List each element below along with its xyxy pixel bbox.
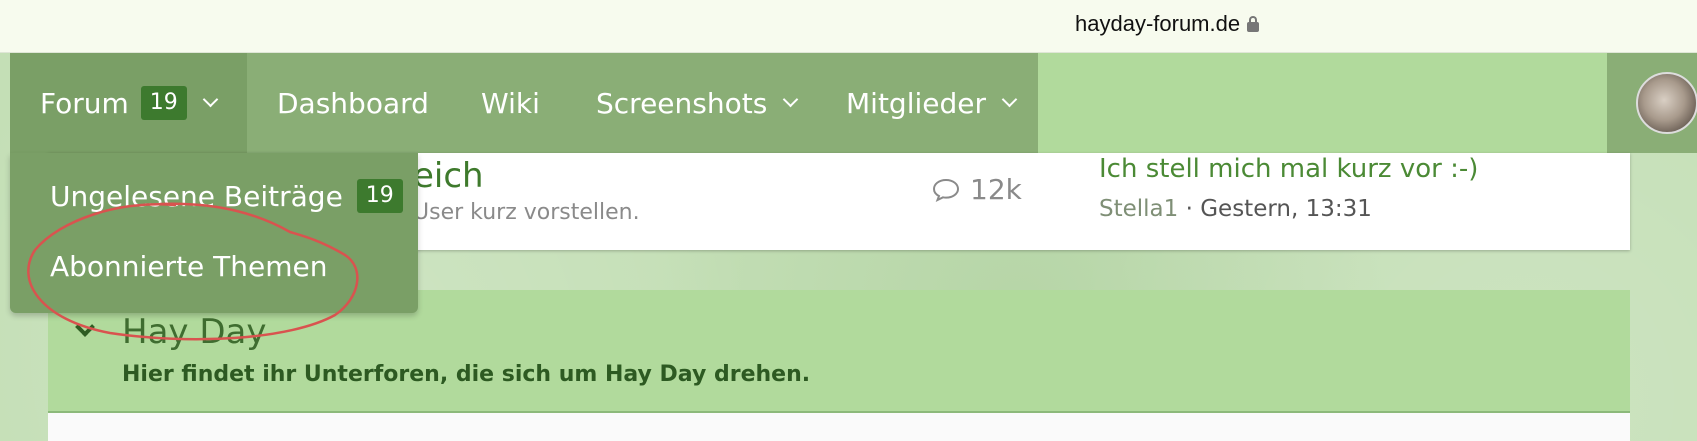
- lock-icon: [1247, 16, 1260, 32]
- category-description: Hier findet ihr Unterforen, die sich um …: [122, 362, 811, 387]
- last-post-time: Gestern, 13:31: [1200, 196, 1372, 222]
- url-text: hayday-forum.de: [1075, 11, 1241, 36]
- forum-description: User kurz vorstellen.: [413, 200, 640, 225]
- avatar[interactable]: [1636, 72, 1697, 134]
- nav-screenshots-label: Screenshots: [596, 86, 768, 120]
- last-post-meta: Stella1 · Gestern, 13:31: [1099, 196, 1372, 222]
- forum-title-link[interactable]: eich: [413, 156, 484, 196]
- menu-item-label: Ungelesene Beiträge: [50, 179, 343, 213]
- nav-item-dashboard[interactable]: Dashboard: [277, 53, 429, 153]
- forum-dropdown-menu: [10, 153, 418, 313]
- category-title[interactable]: Hay Day: [122, 312, 266, 352]
- nav-item-wiki[interactable]: Wiki: [481, 53, 540, 153]
- post-count: 12k: [932, 173, 1022, 206]
- nav-item-screenshots[interactable]: Screenshots: [596, 53, 799, 153]
- last-post-author[interactable]: Stella1: [1099, 196, 1178, 222]
- menu-item-subscribed-threads[interactable]: Abonnierte Themen: [50, 250, 328, 283]
- post-count-value: 12k: [970, 173, 1022, 206]
- unread-count-badge: 19: [140, 86, 187, 120]
- nav-item-members[interactable]: Mitglieder: [846, 53, 1018, 153]
- meta-separator: ·: [1178, 196, 1201, 222]
- menu-item-unread-posts[interactable]: Ungelesene Beiträge 19: [50, 179, 403, 213]
- last-post-link[interactable]: Ich stell mich mal kurz vor :-): [1099, 154, 1478, 184]
- nav-members-label: Mitglieder: [846, 86, 986, 120]
- chevron-down-icon: [1001, 91, 1018, 107]
- comment-icon: [932, 178, 960, 202]
- nav-dashboard-label: Dashboard: [277, 86, 429, 120]
- url-display[interactable]: hayday-forum.de: [1075, 11, 1260, 37]
- nav-item-forum[interactable]: Forum 19: [10, 53, 247, 153]
- unread-posts-badge: 19: [356, 179, 403, 213]
- category-body: [48, 413, 1630, 441]
- nav-forum-label: Forum: [40, 86, 129, 120]
- browser-address-bar: [0, 0, 1697, 53]
- nav-wiki-label: Wiki: [481, 86, 540, 120]
- chevron-down-icon: [202, 91, 219, 107]
- menu-item-label: Abonnierte Themen: [50, 250, 328, 283]
- chevron-down-icon: [783, 91, 799, 107]
- nav-spacer: [1038, 53, 1607, 153]
